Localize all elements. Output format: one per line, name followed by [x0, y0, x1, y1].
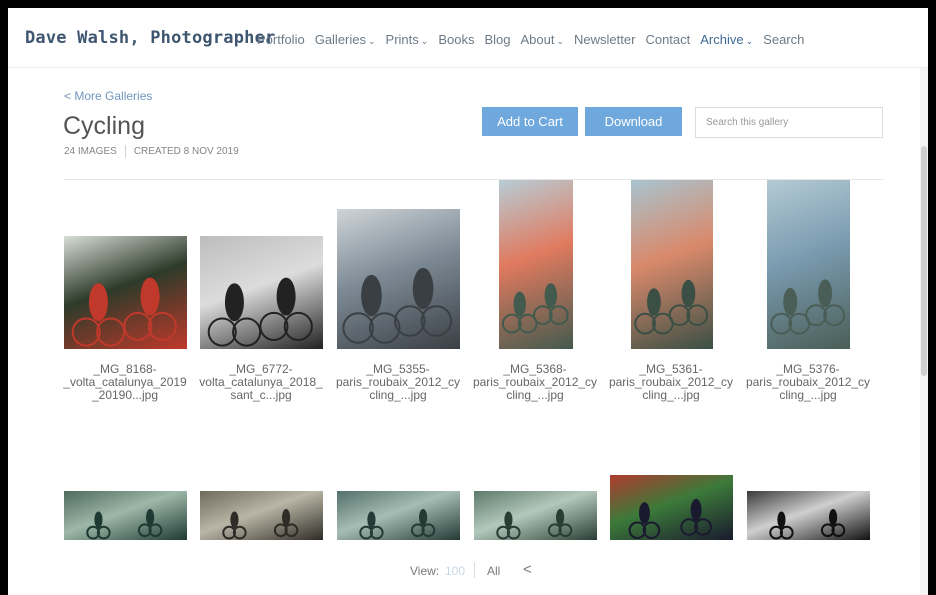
photo-content [222, 509, 299, 540]
gallery-thumbnail[interactable] [474, 491, 597, 540]
nav-item-search[interactable]: Search [763, 32, 804, 47]
nav-item-label: About [520, 32, 555, 47]
photo-content [496, 509, 573, 540]
photo-content [207, 277, 313, 347]
photo-content [769, 509, 846, 540]
nav-item-portfolio[interactable]: Portfolio [257, 32, 305, 47]
nav-item-label: Search [763, 32, 805, 47]
gallery-thumbnail[interactable] [200, 491, 323, 540]
photo-content [71, 277, 177, 347]
download-button[interactable]: Download [585, 107, 682, 136]
gallery-search-input[interactable] [696, 108, 882, 137]
chevron-down-icon: ⌄ [556, 36, 565, 46]
view-all-option[interactable]: All [487, 564, 500, 578]
thumbnail-caption[interactable]: _MG_6772- volta_catalunya_2018_ sant_c..… [193, 363, 329, 402]
thumbnail-caption[interactable]: _MG_5355- paris_roubaix_2012_cy cling_..… [330, 363, 466, 402]
chevron-down-icon: ⌄ [420, 36, 429, 46]
gallery-thumbnail[interactable] [64, 236, 187, 349]
thumbnail-caption[interactable]: _MG_5361- paris_roubaix_2012_cy cling_..… [603, 363, 739, 402]
view-100-option[interactable]: 100 [445, 564, 465, 578]
gallery-search-box[interactable] [695, 107, 883, 138]
header-divider [64, 179, 884, 180]
meta-divider [124, 145, 126, 158]
gallery-thumbnail[interactable] [610, 475, 733, 540]
scrollbar-thumb[interactable] [921, 146, 927, 376]
thumbnail-caption[interactable]: _MG_8168- _volta_catalunya_2019 _20190..… [57, 363, 193, 402]
photo-content [501, 283, 569, 334]
thumbnail-caption[interactable]: _MG_5376- paris_roubaix_2012_cy cling_..… [740, 363, 876, 402]
pagination-footer: View: 100 All < [8, 560, 928, 584]
gallery-thumbnail[interactable] [498, 180, 573, 349]
nav-item-about[interactable]: About ⌄ [521, 32, 565, 47]
gallery-thumbnail[interactable] [767, 180, 850, 349]
main-nav: Portfolio Galleries ⌄ Prints ⌄ Books Blog About… [257, 32, 804, 47]
photo-content [770, 279, 846, 335]
nav-item-label: Contact [645, 32, 691, 47]
nav-item-galleries[interactable]: Galleries ⌄ [315, 32, 376, 47]
view-divider [474, 562, 475, 578]
image-count: 24 IMAGES [64, 146, 117, 157]
chevron-down-icon: ⌄ [368, 36, 376, 46]
nav-item-label: Prints [385, 32, 419, 47]
gallery-thumbnail[interactable] [64, 491, 187, 540]
nav-item-blog[interactable]: Blog [484, 32, 510, 47]
nav-item-archive[interactable]: Archive ⌄ [700, 32, 753, 47]
gallery-thumbnail[interactable] [337, 491, 460, 540]
nav-item-books[interactable]: Books [438, 32, 474, 47]
browser-page: Dave Walsh, Photographer Portfolio Galler… [8, 8, 928, 595]
gallery-title: Cycling [63, 112, 145, 140]
photo-content [628, 498, 712, 540]
share-icon[interactable]: < [523, 561, 532, 578]
gallery-meta: 24 IMAGES CREATED 8 NOV 2019 [64, 145, 239, 158]
photo-content [342, 267, 453, 344]
photo-content [633, 279, 708, 335]
add-to-cart-button[interactable]: Add to Cart [482, 107, 578, 136]
nav-item-label: Blog [484, 32, 511, 47]
view-label: View: [410, 564, 440, 578]
nav-item-label: Archive [700, 32, 744, 47]
nav-item-label: Newsletter [574, 32, 636, 47]
nav-item-label: Portfolio [257, 32, 305, 47]
photo-content [86, 509, 163, 540]
nav-item-prints[interactable]: Prints ⌄ [386, 32, 429, 47]
site-header: Dave Walsh, Photographer Portfolio Galler… [8, 8, 928, 68]
gallery-thumbnail[interactable] [337, 209, 460, 349]
thumbnail-caption[interactable]: _MG_5368- paris_roubaix_2012_cy cling_..… [467, 363, 603, 402]
photo-content [359, 509, 436, 540]
created-date: CREATED 8 NOV 2019 [133, 146, 239, 157]
gallery-thumbnail[interactable] [200, 236, 323, 349]
nav-item-newsletter[interactable]: Newsletter [574, 32, 635, 47]
gallery-thumbnail[interactable] [747, 491, 870, 540]
chevron-down-icon: ⌄ [745, 36, 754, 46]
nav-item-label: Galleries [314, 32, 366, 47]
nav-item-contact[interactable]: Contact [645, 32, 690, 47]
nav-item-label: Books [438, 32, 475, 47]
gallery-thumbnail[interactable] [630, 180, 713, 349]
site-brand[interactable]: Dave Walsh, Photographer [25, 28, 275, 48]
more-galleries-link[interactable]: < More Galleries [64, 89, 152, 103]
page-scrollbar[interactable] [920, 68, 928, 595]
